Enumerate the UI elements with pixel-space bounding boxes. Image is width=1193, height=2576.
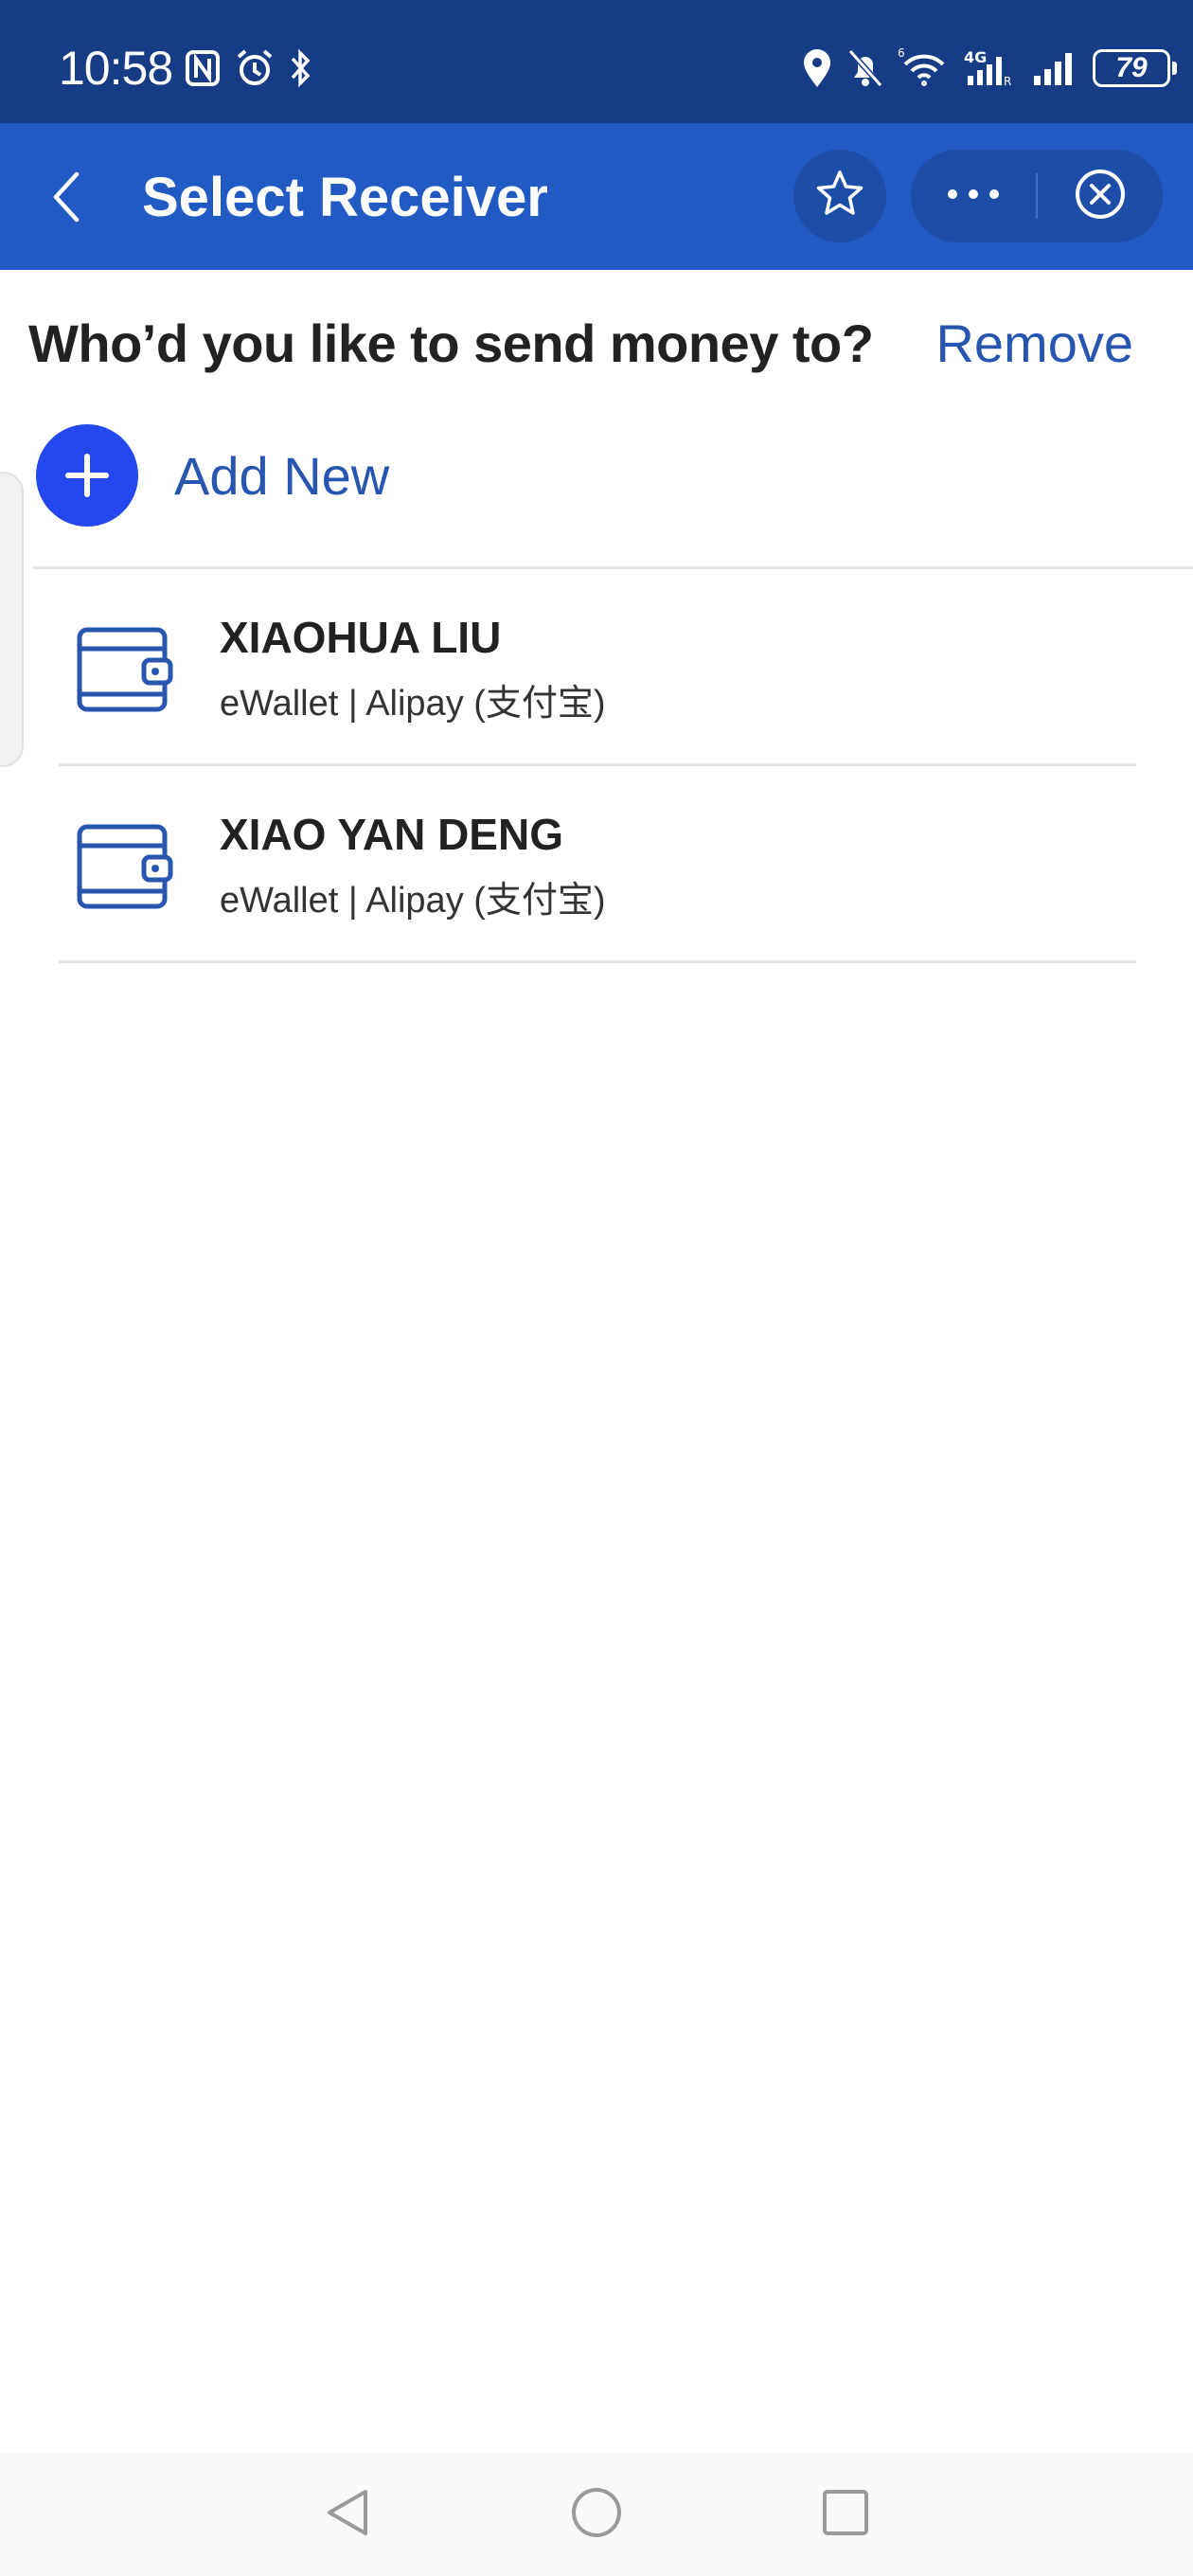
app-bar: Select Receiver: [0, 123, 1193, 270]
mini-program-capsule: [911, 150, 1163, 242]
mobile-data-icon: 4G R: [964, 47, 1017, 89]
svg-text:6: 6: [898, 47, 905, 60]
bluetooth-icon: [289, 47, 313, 89]
receiver-name: XIAO YAN DENG: [220, 810, 563, 859]
alarm-icon: [234, 47, 276, 89]
more-button[interactable]: [911, 150, 1036, 242]
triangle-back-icon: [324, 2486, 371, 2544]
receiver-header: Who’d you like to send money to? Remove: [0, 270, 1193, 421]
wallet-icon: [76, 620, 174, 715]
status-bar: 10:58 6 4G R 79: [0, 0, 1193, 123]
wallet-icon: [76, 817, 174, 912]
add-new-button[interactable]: Add New: [36, 423, 389, 528]
receiver-name: XIAOHUA LIU: [220, 613, 502, 662]
nav-back-button[interactable]: [314, 2481, 381, 2548]
chevron-left-icon: [50, 170, 82, 228]
plus-icon: [36, 424, 138, 527]
close-button[interactable]: [1038, 150, 1163, 242]
nav-home-button[interactable]: [563, 2481, 630, 2548]
favorite-button[interactable]: [793, 150, 886, 242]
location-icon: [801, 47, 833, 89]
receiver-item[interactable]: XIAO YAN DENG eWallet | Alipay (支付宝): [0, 766, 1193, 963]
add-new-label: Add New: [174, 445, 390, 506]
nfc-icon: [185, 49, 221, 87]
battery-icon: 79: [1093, 49, 1177, 87]
wifi-icon: 6: [898, 47, 951, 89]
send-money-question: Who’d you like to send money to?: [28, 313, 874, 373]
receiver-detail: eWallet | Alipay (支付宝): [220, 881, 606, 921]
receiver-item[interactable]: XIAOHUA LIU eWallet | Alipay (支付宝): [0, 569, 1193, 766]
system-nav-bar: [0, 2453, 1193, 2576]
more-dots-icon: [945, 188, 1002, 206]
list-divider: [59, 960, 1136, 963]
remove-button[interactable]: Remove: [935, 312, 1133, 376]
status-time: 10:58: [59, 42, 173, 95]
back-button[interactable]: [28, 161, 104, 237]
bell-off-icon: [846, 47, 884, 89]
nav-recents-button[interactable]: [812, 2481, 879, 2548]
circle-home-icon: [570, 2486, 623, 2544]
receiver-list: XIAOHUA LIU eWallet | Alipay (支付宝) XIAO …: [0, 569, 1193, 963]
close-circle-icon: [1074, 168, 1127, 225]
star-icon: [813, 168, 866, 225]
receiver-detail: eWallet | Alipay (支付宝): [220, 684, 606, 724]
status-icons-right: 6 4G R 79: [801, 40, 1177, 97]
status-icons-left: [185, 40, 313, 97]
square-recents-icon: [821, 2488, 870, 2542]
page-title: Select Receiver: [142, 167, 548, 228]
svg-text:4G: 4G: [964, 48, 987, 66]
signal-icon: [1030, 47, 1079, 89]
svg-text:R: R: [1004, 75, 1011, 88]
